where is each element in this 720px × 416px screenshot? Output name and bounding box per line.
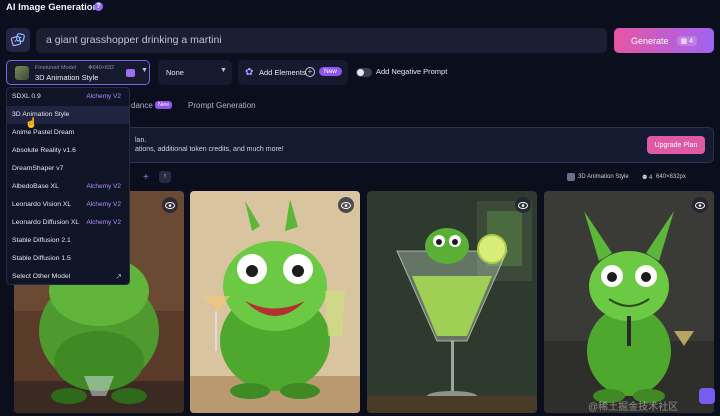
generate-count-badge: ▦ 4 bbox=[676, 35, 697, 46]
chevron-down-icon: ▼ bbox=[220, 67, 227, 74]
model-option[interactable]: Stable Diffusion 2.1 bbox=[7, 232, 129, 250]
watermark: @稀土掘金技术社区 bbox=[588, 402, 679, 413]
alchemy-badge: Alchemy V2 bbox=[86, 183, 121, 190]
generated-image[interactable] bbox=[544, 191, 714, 413]
model-option[interactable]: Stable Diffusion 1.5 bbox=[7, 250, 129, 268]
plus-icon: + bbox=[305, 67, 315, 77]
model-option[interactable]: Leonardo Vision XL Alchemy V2 bbox=[7, 196, 129, 214]
model-info-icon[interactable] bbox=[126, 69, 135, 77]
model-option[interactable]: DreamShaper v7 bbox=[7, 160, 129, 178]
tab-prompt-generation[interactable]: Prompt Generation bbox=[188, 101, 256, 110]
add-elements-label: Add Elements bbox=[259, 68, 306, 77]
banner-text: ations, additional token credits, and mu… bbox=[135, 146, 284, 153]
model-caption: Finetuned Model bbox=[35, 65, 76, 71]
new-badge: New bbox=[319, 67, 343, 76]
select-other-model[interactable]: Select Other Model ↗ bbox=[7, 268, 129, 284]
eye-icon[interactable] bbox=[338, 197, 354, 213]
model-option[interactable]: SDXL 0.9 Alchemy V2 bbox=[7, 88, 129, 106]
chevron-down-icon: ▼ bbox=[141, 67, 148, 74]
upgrade-plan-button[interactable]: Upgrade Plan bbox=[647, 136, 705, 154]
generated-image[interactable] bbox=[367, 191, 537, 413]
eye-icon[interactable] bbox=[515, 197, 531, 213]
alchemy-badge: Alchemy V2 bbox=[86, 201, 121, 208]
chat-support-icon[interactable] bbox=[699, 388, 715, 404]
model-thumbnail bbox=[15, 66, 29, 80]
elements-icon: ✿ bbox=[245, 67, 254, 78]
arrow-up-icon[interactable]: ↑ bbox=[159, 171, 171, 183]
model-selector[interactable]: Finetuned Model ✥640×832 3D Animation St… bbox=[6, 60, 150, 85]
add-elements-button[interactable]: ✿ Add Elements + New bbox=[238, 60, 348, 85]
model-dropdown: SDXL 0.9 Alchemy V2 3D Animation Style An… bbox=[6, 87, 130, 285]
gallery-image-size: 640×832px bbox=[656, 174, 686, 180]
app-title: AI Image Generation bbox=[6, 2, 99, 13]
generate-label: Generate bbox=[631, 35, 669, 46]
alchemy-badge: Alchemy V2 bbox=[86, 93, 121, 100]
alchemy-badge: Alchemy V2 bbox=[86, 219, 121, 226]
negative-prompt-label: Add Negative Prompt bbox=[376, 67, 448, 76]
model-size: ✥640×832 bbox=[88, 65, 115, 71]
eye-icon[interactable] bbox=[162, 197, 178, 213]
tab-new-badge: New bbox=[155, 101, 173, 109]
eye-icon[interactable] bbox=[692, 197, 708, 213]
gallery-image-count: ⚉ 4 bbox=[642, 175, 653, 181]
tab-guidance[interactable]: dance bbox=[131, 101, 153, 110]
toggle-knob bbox=[357, 69, 364, 76]
generate-button[interactable]: Generate ▦ 4 bbox=[614, 28, 714, 53]
random-prompt-dice-icon[interactable] bbox=[6, 28, 30, 52]
prompt-input[interactable]: a giant grasshopper drinking a martini bbox=[36, 28, 607, 53]
generated-image[interactable] bbox=[190, 191, 360, 413]
model-option[interactable]: AlbedoBase XL Alchemy V2 bbox=[7, 178, 129, 196]
external-link-icon: ↗ bbox=[115, 272, 122, 281]
model-icon bbox=[567, 173, 575, 181]
hand-cursor-icon: ☝ bbox=[25, 118, 38, 129]
model-option[interactable]: Leonardo Diffusion XL Alchemy V2 bbox=[7, 214, 129, 232]
banner-text: lan. bbox=[135, 137, 147, 144]
plus-icon[interactable]: + bbox=[143, 172, 149, 183]
help-icon[interactable]: ? bbox=[94, 2, 103, 11]
gallery-model-name: 3D Animation Style bbox=[578, 174, 629, 180]
model-option[interactable]: Absolute Reality v1.6 bbox=[7, 142, 129, 160]
negative-prompt-toggle[interactable] bbox=[356, 68, 372, 77]
model-name: 3D Animation Style bbox=[35, 73, 99, 82]
